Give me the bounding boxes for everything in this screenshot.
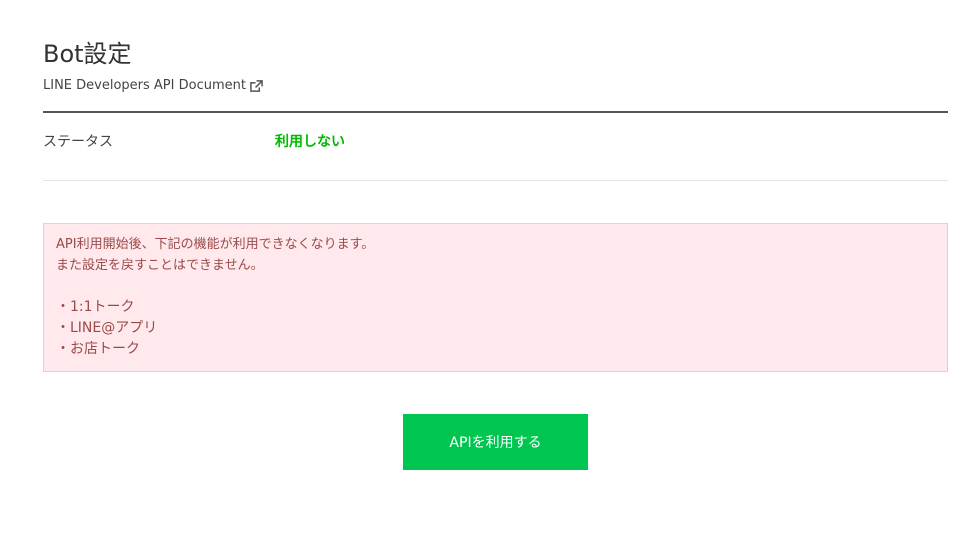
bullet-marker: ・ [56, 341, 70, 357]
api-document-link[interactable]: LINE Developers API Document [43, 77, 263, 95]
alert-list-item-label: 1:1トーク [70, 299, 135, 315]
alert-list-item: ・LINE@アプリ [56, 319, 157, 337]
alert-message-line-2: また設定を戻すことはできません。 [56, 258, 264, 273]
use-api-button[interactable]: APIを利用する [403, 414, 588, 470]
alert-message-line-1: API利用開始後、下記の機能が利用できなくなります。 [56, 237, 375, 252]
alert-list-item: ・お店トーク [56, 340, 140, 358]
bullet-marker: ・ [56, 299, 70, 315]
alert-list-item-label: LINE@アプリ [70, 320, 158, 336]
external-link-icon [250, 79, 263, 93]
alert-list-item: ・1:1トーク [56, 298, 135, 316]
warning-alert: API利用開始後、下記の機能が利用できなくなります。 また設定を戻すことはできま… [43, 223, 948, 372]
status-label: ステータス [43, 134, 113, 150]
status-row: ステータス 利用しない [43, 113, 948, 181]
alert-list-item-label: お店トーク [70, 341, 140, 357]
page-title: Bot設定 [43, 40, 132, 68]
bullet-marker: ・ [56, 320, 70, 336]
status-value: 利用しない [275, 134, 345, 150]
api-document-link-label: LINE Developers API Document [43, 78, 246, 93]
bot-settings-page: Bot設定 LINE Developers API Document ステータス… [0, 0, 972, 545]
